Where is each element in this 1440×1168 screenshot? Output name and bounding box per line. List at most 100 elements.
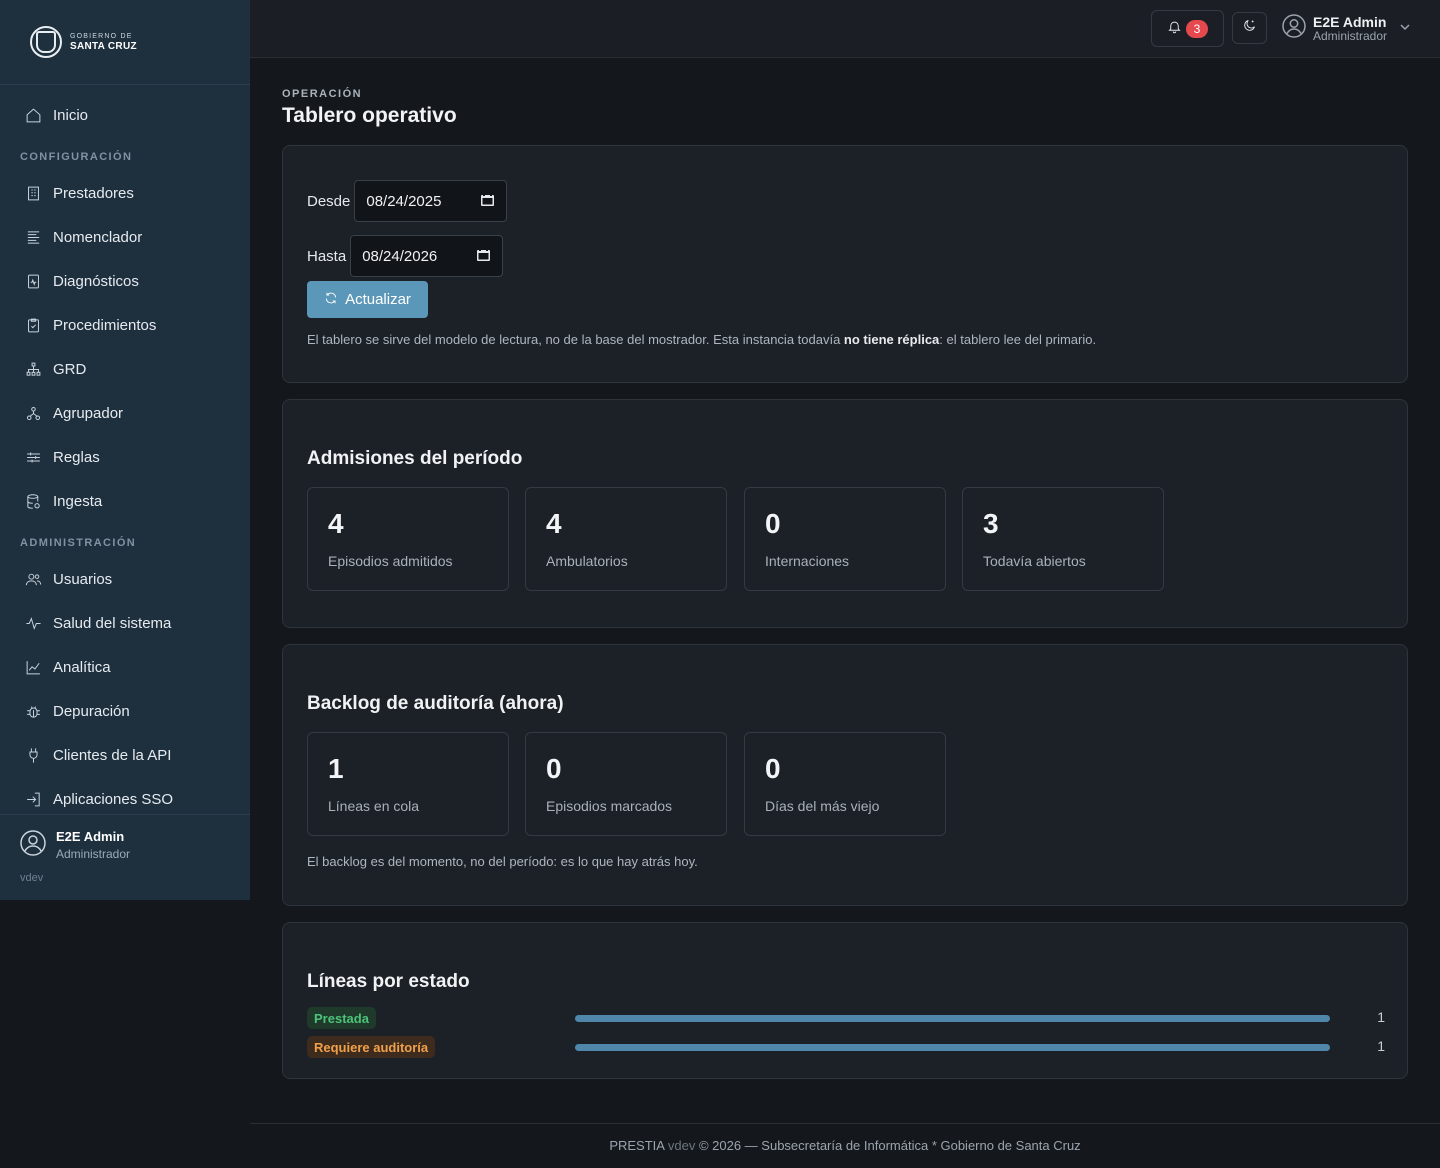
sidebar-item-label: Nomenclador [53,228,143,246]
note-emphasis: no tiene réplica [843,332,940,347]
from-date-value: 08/24/2025 [366,192,442,210]
sidebar: GOBIERNO DE SANTA CRUZ Inicio CONFIGURAC… [0,0,250,900]
sidebar-item-label: Clientes de la API [53,746,172,764]
stat-label: Episodios admitidos [328,553,453,569]
from-date-input[interactable]: 08/24/2025 [354,180,508,222]
theme-toggle-button[interactable] [1232,12,1267,44]
stat-value: 0 [765,508,781,539]
list-icon [24,228,42,246]
file-pulse-icon [24,272,42,290]
nav-section-config: CONFIGURACIÓN [20,151,133,163]
to-date-row: Hasta 08/24/2026 [307,235,504,277]
sidebar-item-grd[interactable]: GRD [0,347,250,391]
topbar: 3 E2E Admin Administrador [250,0,1440,58]
avatar-icon [20,829,46,861]
stat-value: 4 [546,508,562,539]
to-date-input[interactable]: 08/24/2026 [350,235,504,277]
state-row: Requiere auditoría 1 [307,1036,1385,1058]
sidebar-item-label: Ingesta [53,492,103,510]
state-bar-fill [575,1044,1330,1051]
refresh-button[interactable]: Actualizar [307,281,428,318]
from-label: Desde [307,192,351,210]
sidebar-item-label: Usuarios [53,570,113,588]
sidebar-item-analitica[interactable]: Analítica [0,645,250,689]
sidebar-item-label: Inicio [53,106,89,124]
sidebar-item-inicio[interactable]: Inicio [0,93,250,137]
sidebar-item-prestadores[interactable]: Prestadores [0,171,250,215]
brand-line1: GOBIERNO DE [70,32,133,40]
stat-card: 3 Todavía abiertos [962,487,1164,591]
stat-label: Internaciones [765,553,850,569]
backlog-title: Backlog de auditoría (ahora) [307,693,564,714]
user-role: Administrador [1313,29,1388,43]
login-icon [24,790,42,808]
user-menu[interactable]: E2E Admin Administrador [1282,14,1411,43]
stat-card: 4 Episodios admitidos [307,487,509,591]
activity-icon [24,614,42,632]
sidebar-item-reglas[interactable]: Reglas [0,435,250,479]
note-text: El tablero se sirve del modelo de lectur… [307,332,844,347]
sidebar-item-label: Diagnósticos [53,272,139,290]
nav-section-admin: ADMINISTRACIÓN [20,537,137,549]
sidebar-item-label: GRD [53,360,87,378]
admissions-title: Admisiones del período [307,448,523,469]
stat-card: 1 Líneas en cola [307,732,509,836]
stat-label: Días del más viejo [765,798,880,814]
status-badge: Requiere auditoría [307,1036,436,1058]
sidebar-item-depuracion[interactable]: Depuración [0,689,250,733]
sidebar-user-role: Administrador [56,847,131,861]
sidebar-item-label: Depuración [53,702,130,720]
calendar-icon [481,192,495,210]
status-badge: Prestada [307,1007,376,1029]
bug-icon [24,702,42,720]
sidebar-item-agrupador[interactable]: Agrupador [0,391,250,435]
stat-value: 4 [328,508,344,539]
state-bar-track [575,1044,1330,1051]
sidebar-item-procedimientos[interactable]: Procedimientos [0,303,250,347]
database-icon [24,492,42,510]
building-icon [24,184,42,202]
plug-icon [24,746,42,764]
sidebar-item-label: Reglas [53,448,100,466]
refresh-icon [324,291,345,309]
admissions-card: Admisiones del período 4 Episodios admit… [282,399,1408,628]
stat-label: Episodios marcados [546,798,673,814]
backlog-note: El backlog es del momento, no del períod… [307,854,698,869]
notifications-button[interactable]: 3 [1151,10,1224,47]
state-bar-track [575,1015,1330,1022]
stat-value: 1 [328,753,344,784]
sidebar-item-label: Prestadores [53,184,134,202]
footer-version: vdev [667,1138,696,1153]
sidebar-item-ingesta[interactable]: Ingesta [0,479,250,523]
state-count: 1 [1377,1009,1385,1025]
seal-icon [30,26,62,58]
brand-logo[interactable]: GOBIERNO DE SANTA CRUZ [0,0,250,85]
sidebar-item-label: Salud del sistema [53,614,172,632]
chevron-down-icon [1399,20,1411,38]
footer-copyright: © 2026 — Subsecretaría de Informática * … [698,1138,1081,1153]
chart-line-icon [24,658,42,676]
sidebar-item-diagnosticos[interactable]: Diagnósticos [0,259,250,303]
filters-card: Desde 08/24/2025 Hasta 08/24/2026 Actual… [282,145,1408,383]
page-eyebrow: OPERACIÓN [282,88,363,100]
footer: PRESTIA vdev © 2026 — Subsecretaría de I… [250,1123,1440,1168]
bell-icon [1167,19,1182,39]
footer-app: PRESTIA [609,1138,665,1153]
sidebar-item-salud-sistema[interactable]: Salud del sistema [0,601,250,645]
home-icon [24,106,42,124]
state-row: Prestada 1 [307,1007,1385,1029]
stat-card: 4 Ambulatorios [525,487,727,591]
sidebar-version: vdev [20,872,44,884]
to-date-value: 08/24/2026 [362,247,438,265]
states-title: Líneas por estado [307,971,470,992]
backlog-card: Backlog de auditoría (ahora) 1 Líneas en… [282,644,1408,906]
stat-card: 0 Episodios marcados [525,732,727,836]
sidebar-item-usuarios[interactable]: Usuarios [0,557,250,601]
moon-icon [1242,18,1257,38]
stat-label: Todavía abiertos [983,553,1086,569]
sidebar-user[interactable]: E2E Admin Administrador [0,814,250,861]
sidebar-item-clientes-api[interactable]: Clientes de la API [0,733,250,777]
states-card: Líneas por estado Prestada 1 Requiere au… [282,922,1408,1079]
stat-label: Líneas en cola [328,798,420,814]
sidebar-item-nomenclador[interactable]: Nomenclador [0,215,250,259]
